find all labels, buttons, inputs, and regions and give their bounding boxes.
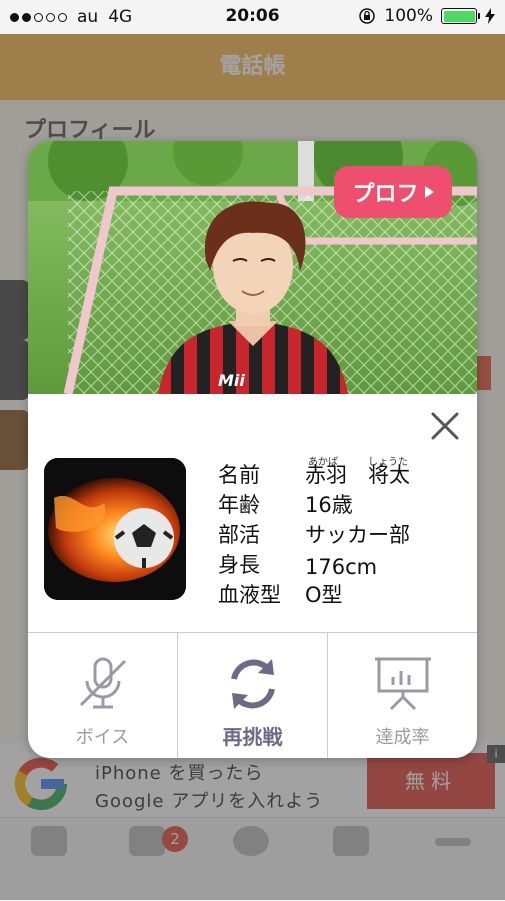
rotation-lock-icon [359,8,376,24]
blood-label: 血液型 [218,583,281,607]
battery-percent: 100% [384,6,433,26]
profile-button[interactable]: プロフ [334,166,452,218]
age-label: 年齢 [218,493,260,517]
achievement-label: 達成率 [375,727,430,748]
battery-icon [441,8,480,24]
blood-value: O型 [305,583,343,607]
height-value: 176cm [305,555,378,579]
name-label: 名前 [218,463,260,487]
height-label: 身長 [218,553,260,577]
svg-text:Mii: Mii [218,371,245,390]
profile-button-label: プロフ [352,182,419,207]
play-arrow-icon [424,186,434,198]
microphone-off-icon [79,657,126,709]
name-ruby-family: あかば [308,457,338,468]
refresh-icon [230,659,275,709]
club-value: サッカー部 [305,523,410,547]
charging-bolt-icon [485,8,495,24]
profile-row-club: 部活 サッカー部 [218,519,468,549]
retry-button[interactable]: 再挑戦 [178,633,328,758]
profile-info: 名前 赤羽 将太 あかば しょうた 年齢 16歳 部活 サッカー部 身長 176… [218,457,468,609]
soccer-ball-fire-image [44,458,186,600]
action-bar: ボイス 再挑戦 達成率 [28,632,477,758]
profile-row-height: 身長 176cm [218,549,468,579]
name-ruby-given: しょうた [368,457,408,468]
voice-label: ボイス [75,727,130,748]
achievement-button[interactable]: 達成率 [328,633,477,758]
presentation-chart-icon [374,657,431,711]
profile-row-age: 年齢 16歳 [218,489,468,519]
profile-modal: Mii プロフ 名前 赤羽 将太 あかば しょうた 年齢 16歳 部活 サッカー… [28,141,477,758]
status-bar: au 4G 20:06 100% [0,0,505,34]
club-label: 部活 [218,523,260,547]
close-icon[interactable] [428,409,462,443]
retry-label: 再挑戦 [222,725,283,749]
profile-row-blood: 血液型 O型 [218,579,468,609]
age-value: 16歳 [305,493,353,517]
character-illustration: Mii プロフ [28,141,477,394]
voice-button[interactable]: ボイス [28,633,178,758]
profile-row-name: 名前 赤羽 将太 あかば しょうた [218,457,468,489]
